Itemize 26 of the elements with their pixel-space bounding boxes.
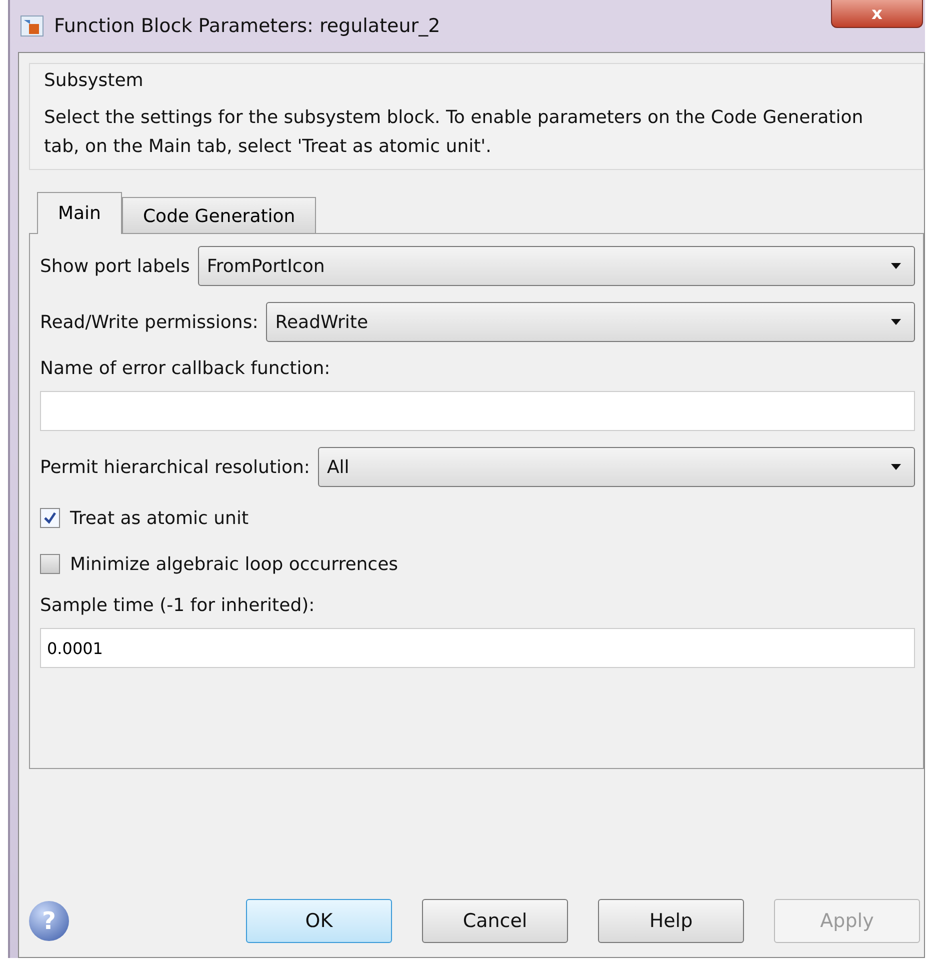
field-label: Permit hierarchical resolution: <box>40 456 310 478</box>
input-field[interactable]: 0.0001 <box>40 628 915 668</box>
window-title: Function Block Parameters: regulateur_2 <box>54 15 440 37</box>
field-label: Sample time (-1 for inherited): <box>40 595 316 616</box>
checkbox[interactable] <box>40 508 60 528</box>
tab[interactable]: Code Generation <box>122 197 316 233</box>
field-label: Show port labels <box>40 256 190 276</box>
checkbox-label: Treat as atomic unit <box>70 508 248 528</box>
caret-icon <box>890 262 902 270</box>
checkbox[interactable] <box>40 554 60 574</box>
dropdown[interactable]: FromPortIcon <box>198 246 915 286</box>
group-title: Subsystem <box>44 70 144 91</box>
caret-icon <box>890 318 902 326</box>
dialog-button[interactable]: Cancel <box>422 899 568 943</box>
dialog-button[interactable]: Help <box>598 899 744 943</box>
caret-icon <box>890 463 902 471</box>
checkbox-label: Minimize algebraic loop occurrences <box>70 554 398 574</box>
block-icon <box>20 15 44 37</box>
description-text: Select the settings for the subsystem block. To enable parameters on the Code Generation tab, on the Main tab, select 'Treat as atomic unit'. <box>44 106 864 159</box>
input-field[interactable] <box>40 391 915 431</box>
dialog-button[interactable]: OK <box>246 899 392 943</box>
dropdown[interactable]: All <box>318 447 915 487</box>
field-label: Read/Write permissions: <box>40 312 258 332</box>
dropdown[interactable]: ReadWrite <box>266 302 915 342</box>
tab[interactable]: Main <box>37 192 122 234</box>
field-label: Name of error callback function: <box>40 358 332 379</box>
